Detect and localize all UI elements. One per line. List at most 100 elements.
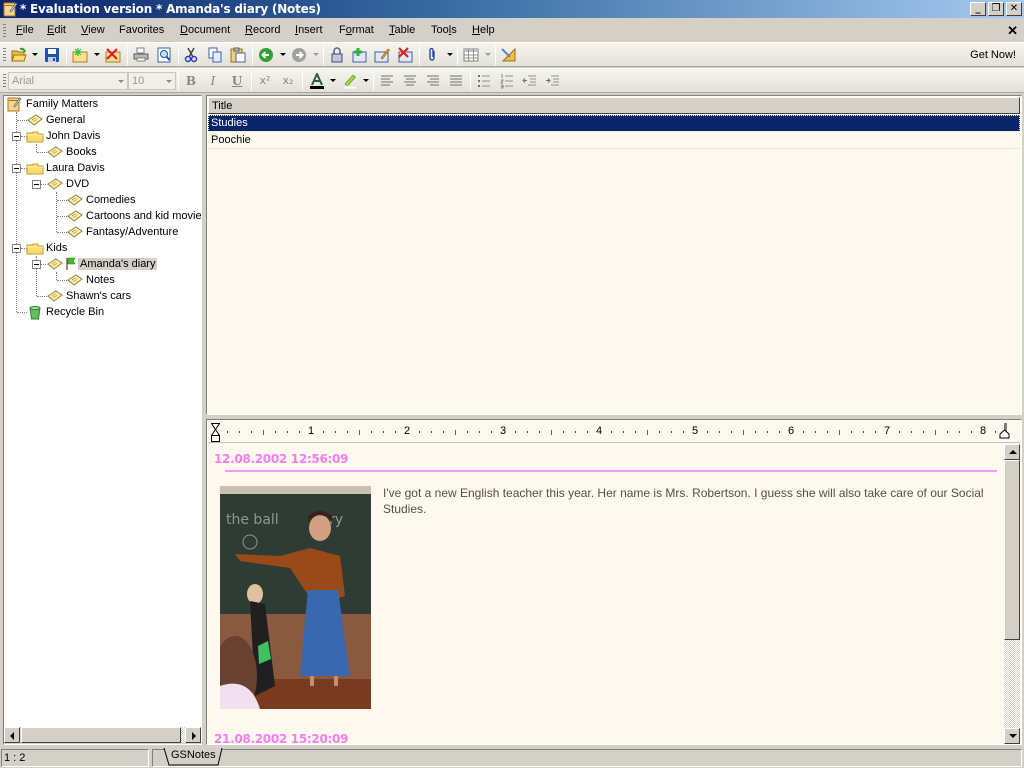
ruler[interactable]: 1 2 3 4 5 6 7 8 — [208, 421, 1020, 443]
format-toolbar-grip[interactable] — [3, 74, 6, 88]
tree-item-john-davis[interactable]: John Davis — [26, 128, 102, 144]
tree-item-dvd[interactable]: DVD — [46, 176, 91, 192]
scroll-right-button[interactable] — [185, 727, 201, 743]
highlight-button[interactable] — [340, 72, 360, 90]
mdi-close-button[interactable]: ✕ — [1007, 23, 1018, 39]
align-center-button[interactable] — [400, 72, 420, 90]
table-button[interactable] — [461, 46, 481, 64]
close-button[interactable]: ✕ — [1006, 2, 1022, 16]
menu-record[interactable]: Record — [245, 24, 280, 36]
table-dropdown-arrow[interactable] — [485, 53, 491, 56]
open-dropdown-arrow[interactable] — [32, 53, 38, 56]
menu-view[interactable]: View — [81, 24, 105, 36]
new-record-dropdown-arrow[interactable] — [94, 53, 100, 56]
subscript-button[interactable]: x₂ — [279, 73, 297, 89]
edit-note-button[interactable] — [372, 46, 392, 64]
font-color-dropdown-arrow[interactable] — [330, 79, 336, 82]
bullets-button[interactable] — [474, 72, 494, 90]
scroll-left-button[interactable] — [4, 727, 20, 743]
expand-toggle-laura-davis[interactable] — [12, 164, 21, 173]
notebook-tree[interactable]: Family Matters General John Davis Books … — [3, 95, 202, 745]
tree-item-shawns-cars[interactable]: Shawn's cars — [46, 288, 133, 304]
expand-toggle-kids[interactable] — [12, 244, 21, 253]
expand-toggle-amandas-diary[interactable] — [32, 260, 41, 269]
list-row-poochie[interactable]: Poochie — [208, 132, 1020, 149]
italic-button[interactable]: I — [204, 73, 222, 89]
new-record-button[interactable] — [70, 46, 90, 64]
copy-button[interactable] — [205, 46, 225, 64]
menu-help[interactable]: Help — [472, 24, 495, 36]
align-left-button[interactable] — [377, 72, 397, 90]
expand-toggle-john-davis[interactable] — [12, 132, 21, 141]
justify-button[interactable] — [446, 72, 466, 90]
tree-item-recycle-bin[interactable]: Recycle Bin — [26, 304, 106, 320]
tree-item-comedies[interactable]: Comedies — [66, 192, 138, 208]
menu-favorites[interactable]: Favorites — [119, 24, 164, 36]
tree-item-general[interactable]: General — [26, 112, 87, 128]
lock-button[interactable] — [327, 46, 347, 64]
open-button[interactable] — [9, 46, 29, 64]
scroll-down-button[interactable] — [1004, 728, 1020, 744]
tree-horizontal-scrollbar[interactable] — [4, 727, 201, 744]
highlight-dropdown-arrow[interactable] — [363, 79, 369, 82]
menu-document[interactable]: Document — [180, 24, 230, 36]
tree-item-laura-davis[interactable]: Laura Davis — [26, 160, 107, 176]
record-list[interactable]: Title Studies Poochie — [206, 95, 1022, 415]
menubar-grip[interactable] — [3, 24, 6, 38]
forward-button[interactable] — [289, 46, 309, 64]
left-indent-marker[interactable] — [211, 423, 220, 443]
print-preview-button[interactable] — [154, 46, 174, 64]
attach-dropdown-arrow[interactable] — [447, 53, 453, 56]
menu-insert[interactable]: Insert — [295, 24, 323, 36]
menu-tools[interactable]: Tools — [431, 24, 457, 36]
scroll-thumb[interactable] — [1004, 460, 1020, 640]
column-header-title[interactable]: Title — [208, 97, 1020, 114]
tree-item-family-matters[interactable]: Family Matters — [6, 96, 100, 112]
font-size-combo[interactable]: 10 — [128, 72, 176, 90]
numbering-button[interactable] — [497, 72, 517, 90]
menu-format[interactable]: Format — [339, 24, 374, 36]
superscript-button[interactable]: x² — [256, 73, 274, 89]
entry-body-text[interactable]: I've got a new English teacher this year… — [383, 485, 993, 517]
font-color-button[interactable] — [307, 72, 327, 90]
forward-dropdown-arrow[interactable] — [313, 53, 319, 56]
expand-toggle-dvd[interactable] — [32, 180, 41, 189]
back-dropdown-arrow[interactable] — [280, 53, 286, 56]
tree-item-kids[interactable]: Kids — [26, 240, 69, 256]
menu-table[interactable]: Table — [389, 24, 415, 36]
paste-button[interactable] — [228, 46, 248, 64]
bold-button[interactable]: B — [182, 73, 200, 89]
align-right-button[interactable] — [423, 72, 443, 90]
editor-vertical-scrollbar[interactable] — [1004, 444, 1020, 744]
delete-note-button[interactable] — [395, 46, 415, 64]
tree-item-fantasy-adventure[interactable]: Fantasy/Adventure — [66, 224, 180, 240]
cut-button[interactable] — [181, 46, 201, 64]
underline-button[interactable]: U — [228, 73, 246, 89]
toolbar-grip[interactable] — [3, 48, 6, 62]
increase-indent-button[interactable] — [543, 72, 563, 90]
tree-item-cartoons[interactable]: Cartoons and kid movies — [66, 208, 201, 224]
tree-item-books[interactable]: Books — [46, 144, 99, 160]
decrease-indent-button[interactable] — [520, 72, 540, 90]
menu-file[interactable]: File — [16, 24, 34, 36]
get-now-link[interactable]: Get Now! — [970, 49, 1016, 61]
scroll-up-button[interactable] — [1004, 444, 1020, 460]
tab-gsnotes[interactable]: GSNotes — [165, 748, 222, 765]
design-button[interactable] — [499, 46, 519, 64]
scroll-thumb[interactable] — [21, 727, 181, 743]
restore-button[interactable]: ❐ — [988, 2, 1004, 16]
menu-edit[interactable]: Edit — [47, 24, 66, 36]
save-button[interactable] — [42, 46, 62, 64]
right-indent-marker[interactable] — [998, 423, 1010, 439]
print-button[interactable] — [131, 46, 151, 64]
font-name-combo[interactable]: Arial — [8, 72, 128, 90]
list-row-studies[interactable]: Studies — [208, 115, 1020, 132]
add-note-button[interactable] — [349, 46, 369, 64]
tree-item-amandas-diary[interactable]: Amanda's diary — [46, 256, 158, 272]
tree-item-notes[interactable]: Notes — [66, 272, 117, 288]
minimize-button[interactable]: _ — [970, 2, 986, 16]
note-editor[interactable]: 1 2 3 4 5 6 7 8 12.08.2002 12:56:09 the ball ar… — [206, 419, 1022, 745]
delete-record-button[interactable] — [103, 46, 123, 64]
back-button[interactable] — [256, 46, 276, 64]
attach-button[interactable] — [423, 46, 443, 64]
